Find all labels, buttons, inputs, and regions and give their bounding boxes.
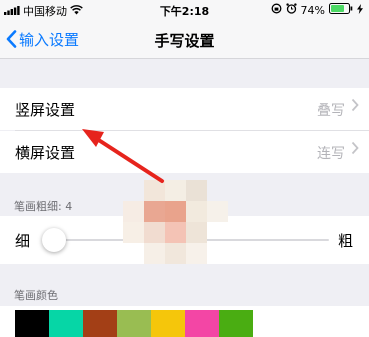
status-bar: 中国移动 下午2:18 74% (0, 0, 369, 20)
color-swatch[interactable] (83, 310, 117, 337)
settings-row-label: 竖屏设置 (15, 101, 76, 119)
color-swatch[interactable] (151, 310, 185, 337)
color-swatch[interactable] (49, 310, 83, 337)
color-swatch[interactable] (185, 310, 219, 337)
settings-row-portrait[interactable]: 竖屏设置 叠写 (0, 88, 369, 130)
page-title: 手写设置 (154, 32, 215, 50)
chevron-right-icon (351, 97, 359, 117)
slider-thumb[interactable] (41, 228, 66, 252)
settings-row-label: 横屏设置 (15, 144, 76, 162)
chevron-right-icon (351, 140, 359, 160)
handwriting-settings-screen: 中国移动 下午2:18 74% 输入设置 手写设置 竖屏设置 叠写 横屏设置 连… (0, 0, 369, 337)
slider-min-label: 细 (15, 232, 31, 250)
charging-icon (357, 3, 363, 17)
top-bar: 中国移动 下午2:18 74% 输入设置 手写设置 (0, 0, 369, 59)
color-swatch[interactable] (219, 310, 253, 337)
rotation-lock-icon (271, 3, 282, 17)
battery-percent: 74% (300, 3, 325, 17)
alarm-icon (285, 3, 297, 17)
slider-max-label: 粗 (337, 232, 353, 250)
status-right: 74% (271, 3, 363, 17)
battery-icon (329, 3, 353, 17)
color-swatch[interactable] (117, 310, 151, 337)
settings-row-landscape[interactable]: 横屏设置 连写 (0, 131, 369, 173)
settings-row-value: 连写 (317, 146, 345, 162)
stroke-width-section-label: 笔画粗细: 4 (14, 200, 73, 213)
color-palette (15, 310, 253, 337)
pixelated-overlay (120, 168, 238, 264)
navigation-bar: 输入设置 手写设置 (0, 20, 369, 59)
stroke-color-section-label: 笔画颜色 (14, 289, 58, 302)
color-swatch[interactable] (15, 310, 49, 337)
settings-row-value: 叠写 (317, 103, 345, 119)
